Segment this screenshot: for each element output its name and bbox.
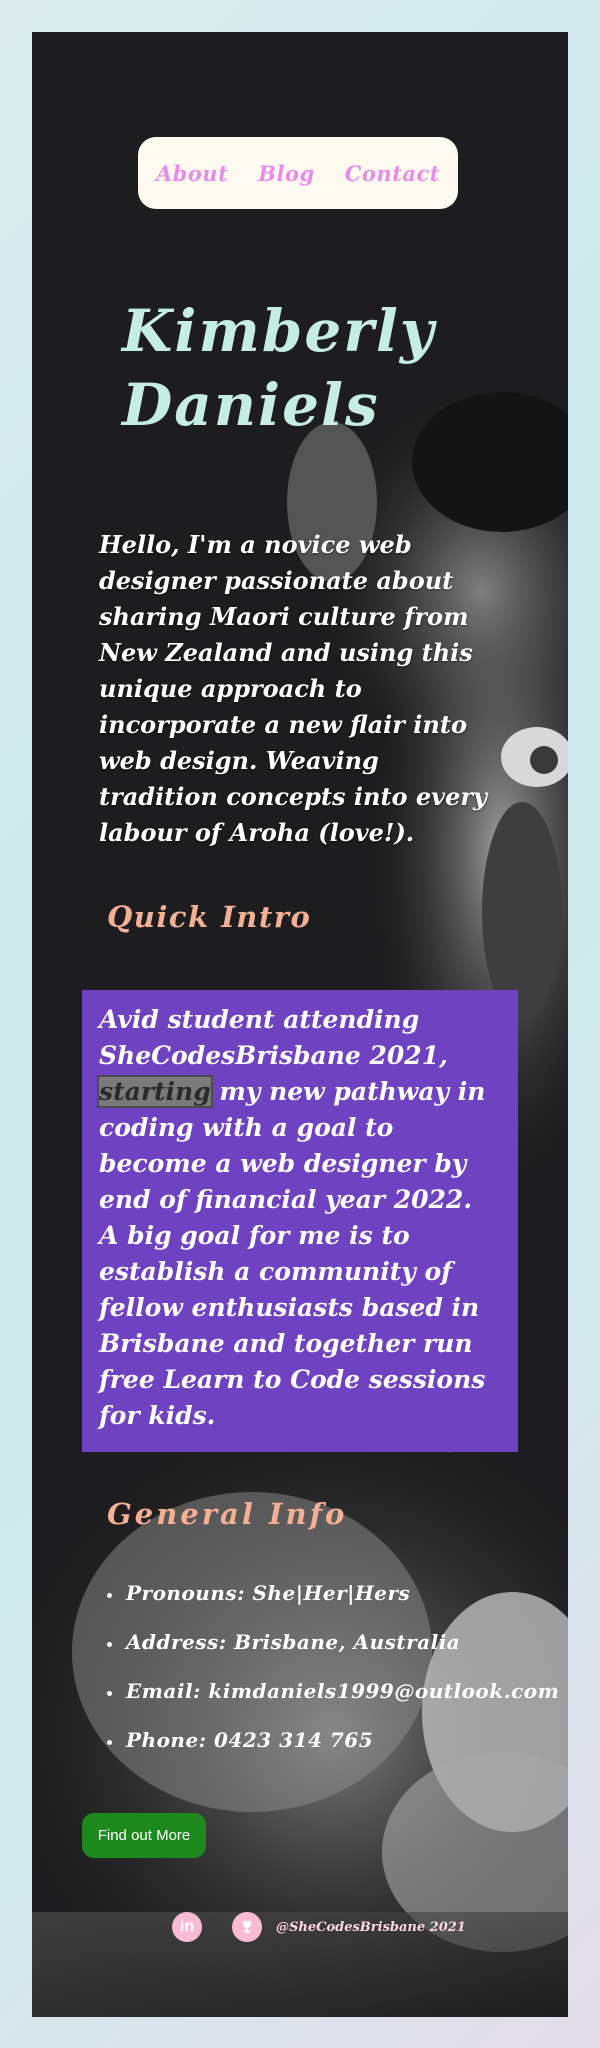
quick-intro-box: Avid student attending SheCodesBrisbane … [82, 990, 518, 1452]
footer: in @SheCodesBrisbane 2021 [172, 1912, 466, 1942]
trophy-glyph [243, 1921, 251, 1933]
page-title: Kimberly Daniels [122, 294, 482, 442]
footer-credit: @SheCodesBrisbane 2021 [276, 1919, 466, 1935]
content: About Blog Contact Kimberly Daniels Hell… [32, 32, 568, 2017]
general-info-heading: General Info [107, 1497, 348, 1531]
quick-intro-text-start: Avid student attending SheCodesBrisbane … [99, 1005, 448, 1070]
quick-intro-highlight: starting [97, 1075, 213, 1108]
name-line-last: Daniels [122, 371, 380, 439]
name-line-first: Kimberly [122, 297, 436, 365]
nav-link-about[interactable]: About [156, 161, 228, 186]
intro-paragraph: Hello, I'm a novice web designer passion… [99, 530, 487, 847]
general-info-list: Pronouns: She|Her|Hers Address: Brisbane… [100, 1577, 564, 1773]
page-card: About Blog Contact Kimberly Daniels Hell… [32, 32, 568, 2017]
info-email: Email: kimdaniels1999@outlook.com [124, 1675, 564, 1707]
find-out-more-button[interactable]: Find out More [82, 1813, 206, 1858]
info-pronouns: Pronouns: She|Her|Hers [124, 1577, 564, 1609]
top-navigation: About Blog Contact [138, 137, 458, 209]
trophy-icon[interactable] [232, 1912, 262, 1942]
nav-link-contact[interactable]: Contact [345, 161, 440, 186]
linkedin-icon[interactable]: in [172, 1912, 202, 1942]
quick-intro-heading: Quick Intro [107, 900, 312, 934]
quick-intro-text-end: my new pathway in coding with a goal to … [99, 1077, 486, 1430]
info-phone: Phone: 0423 314 765 [124, 1724, 564, 1756]
info-address: Address: Brisbane, Australia [124, 1626, 564, 1658]
nav-link-blog[interactable]: Blog [258, 161, 314, 186]
